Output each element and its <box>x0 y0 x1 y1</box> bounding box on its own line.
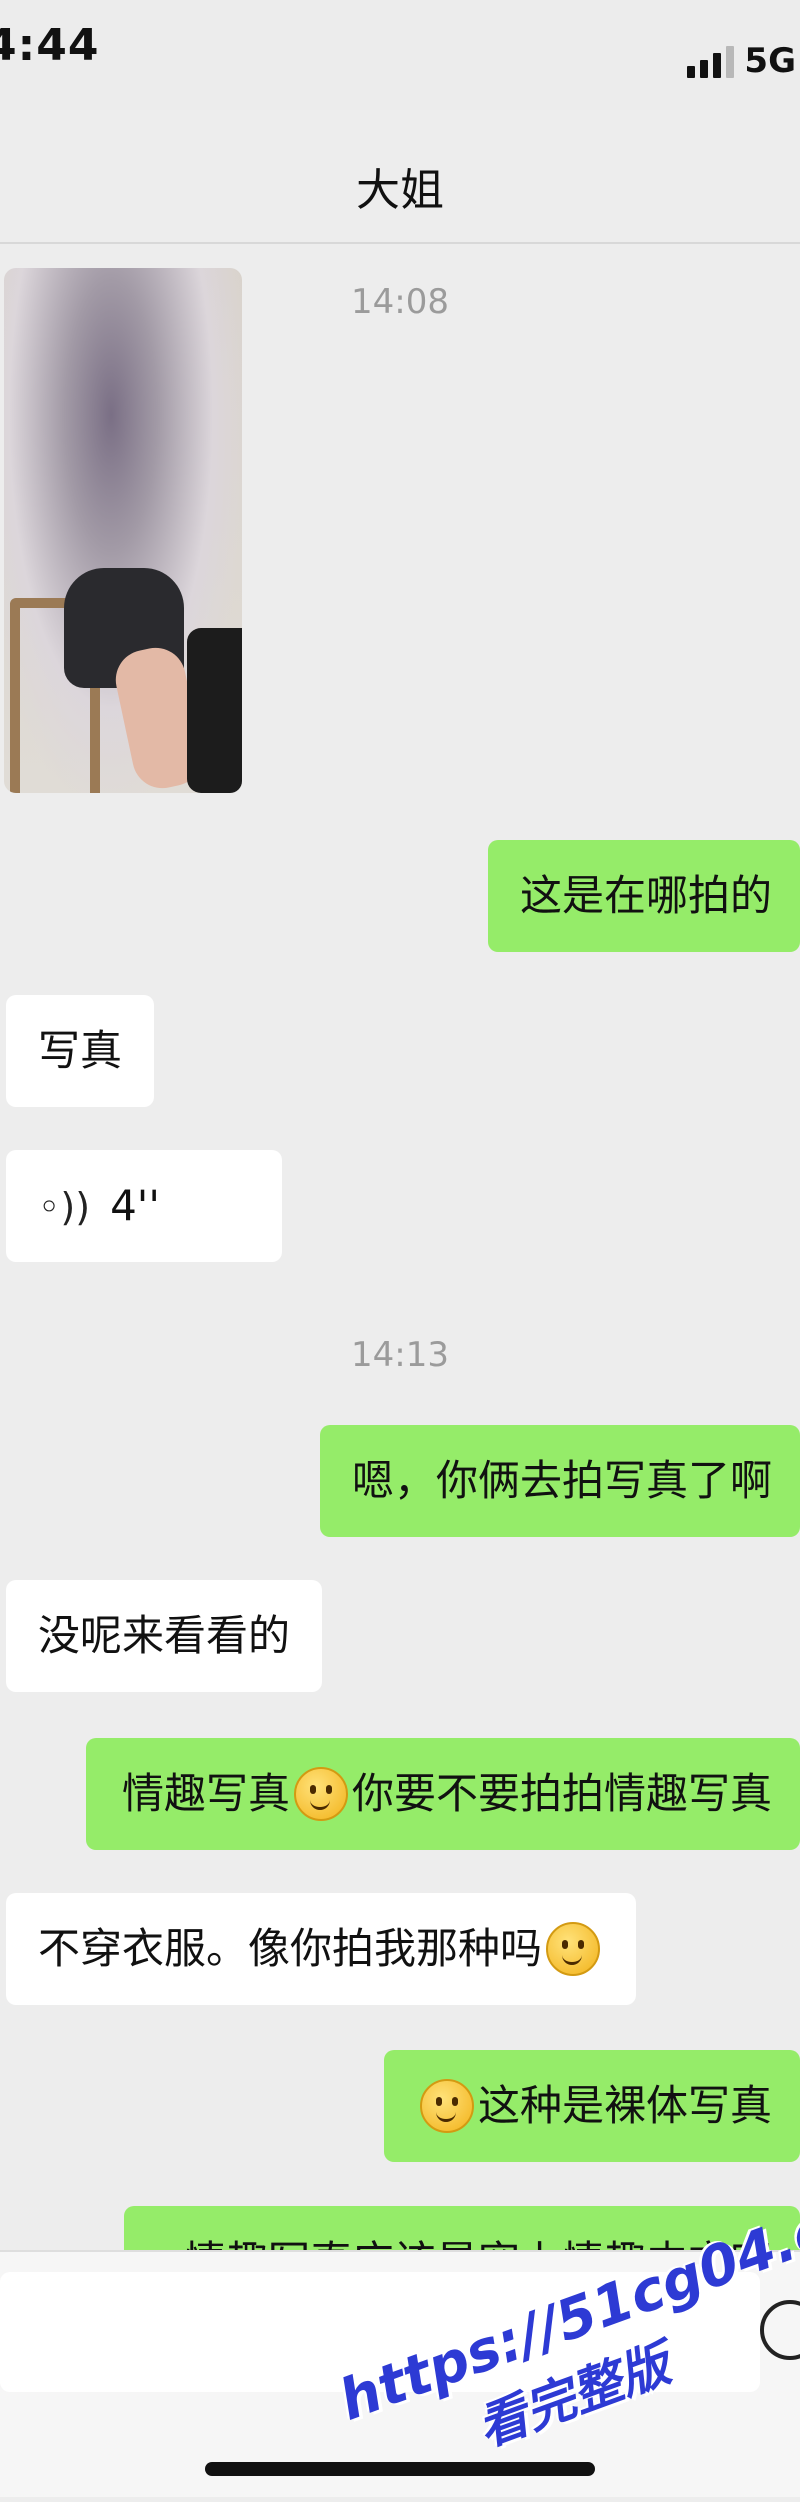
message-text-before: 情趣写真 <box>121 1769 290 1818</box>
received-message[interactable]: 没呢来看看的 <box>6 1580 323 1692</box>
timestamp: 14:13 <box>351 1335 449 1375</box>
image-message[interactable] <box>4 268 242 793</box>
voice-wave-icon: ◦)) <box>38 1185 91 1229</box>
smile-emoji-icon <box>546 1921 601 1976</box>
network-type: 5G <box>744 41 796 81</box>
sent-message[interactable]: 嗯，你俩去拍写真了啊 <box>319 1425 800 1537</box>
chat-title: 大姐 <box>356 165 444 216</box>
laugh-cry-emoji-icon <box>419 2078 474 2133</box>
status-bar: 4:44 5G <box>0 0 800 110</box>
message-text: 没呢来看看的 <box>38 1611 291 1660</box>
sent-message[interactable]: 情趣写真 你要不要拍拍情趣写真 <box>85 1738 800 1850</box>
message-text: 不穿衣服。像你拍我那种吗 <box>38 1924 543 1973</box>
666-emoji-icon <box>293 1766 348 1821</box>
message-text: 写真 <box>38 1026 123 1075</box>
chat-header: 大姐 <box>0 110 800 244</box>
voice-duration: 4'' <box>110 1181 160 1230</box>
status-indicators: 5G <box>687 44 796 78</box>
signal-icon <box>687 46 735 78</box>
message-text-after: 你要不要拍拍情趣写真 <box>351 1769 772 1818</box>
voice-message[interactable]: ◦)) 4'' <box>6 1150 282 1262</box>
status-time: 4:44 <box>0 20 100 71</box>
received-message[interactable]: 不穿衣服。像你拍我那种吗 <box>6 1893 637 2005</box>
sent-message[interactable]: 这是在哪拍的 <box>487 840 800 952</box>
received-message[interactable]: 写真 <box>6 995 155 1107</box>
bag-shape <box>187 628 242 793</box>
message-text: 这是在哪拍的 <box>519 871 772 920</box>
message-text: 嗯，你俩去拍写真了啊 <box>351 1456 772 1505</box>
